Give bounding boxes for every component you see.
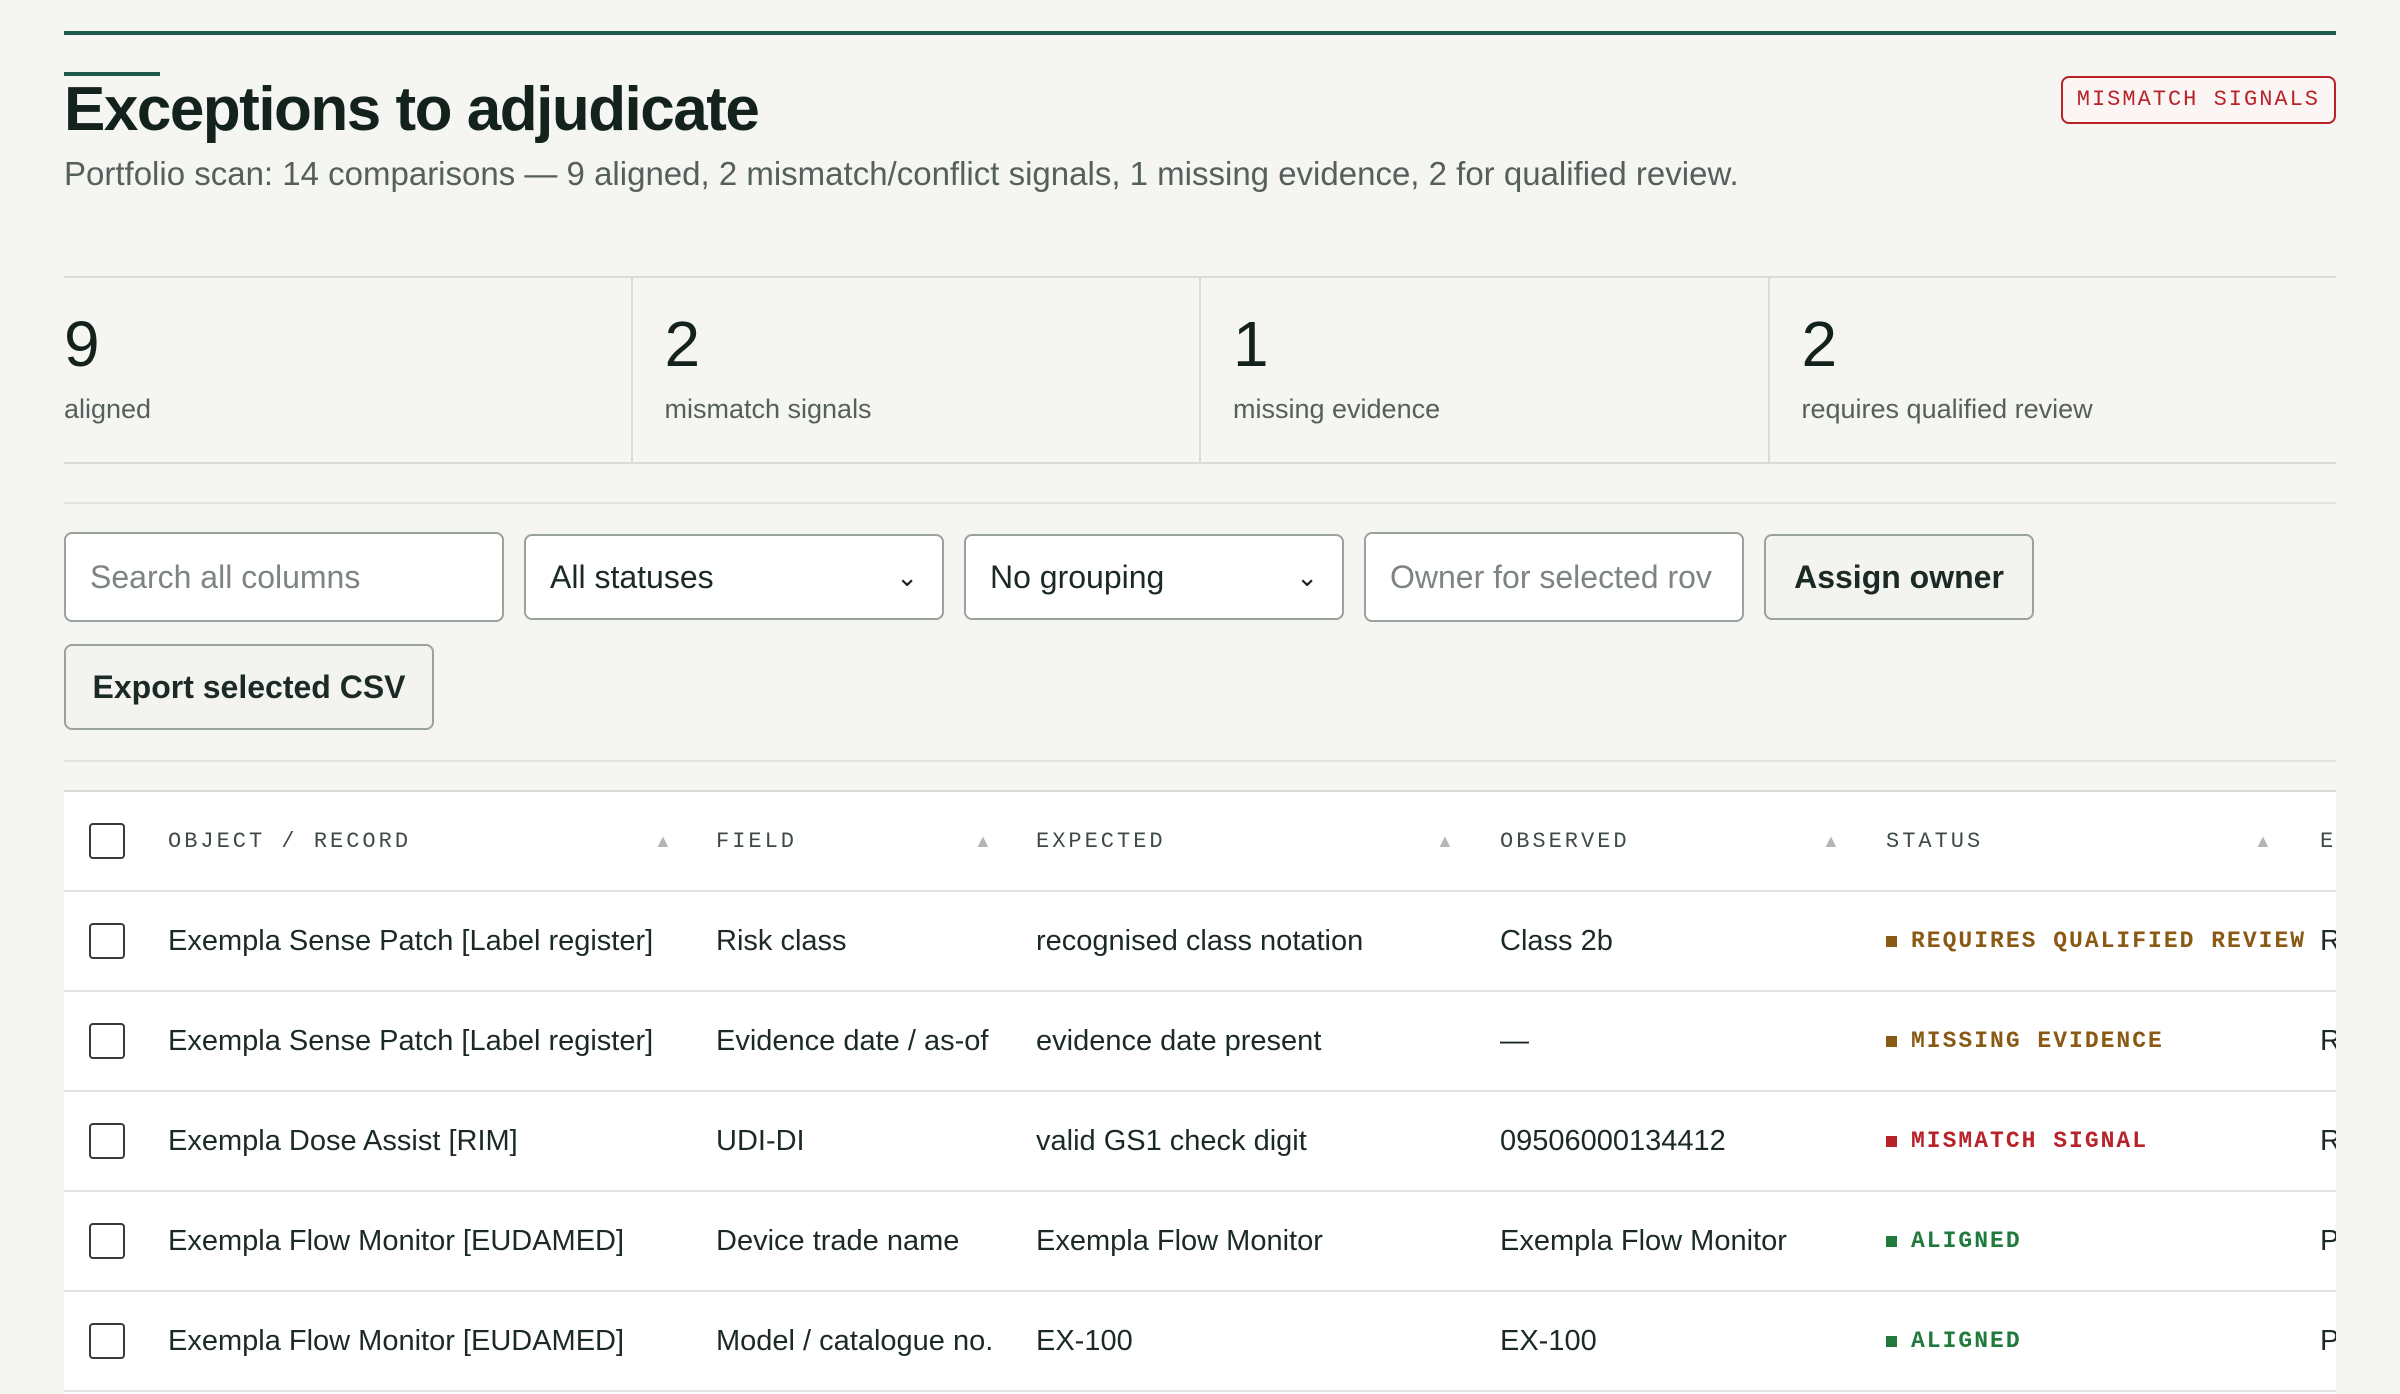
table-row[interactable]: Exempla Sense Patch [Label register] Evi… [64, 992, 2336, 1092]
top-rule [64, 31, 2336, 35]
cell-object: Exempla Flow Monitor [EUDAMED] [168, 1324, 625, 1357]
summary-label: missing evidence [1233, 394, 1441, 424]
cell-expected: valid GS1 check digit [1036, 1124, 1307, 1157]
status-text: MISSING EVIDENCE [1911, 1028, 2164, 1054]
sort-ascending-icon[interactable]: ▲ [974, 792, 992, 890]
table-header-row: OBJECT / RECORD ▲ FIELD ▲ EXPECTED ▲ OBS… [64, 792, 2336, 892]
column-header-object[interactable]: OBJECT / RECORD [168, 792, 411, 890]
summary-card-mismatch: 2 mismatch signals [630, 278, 1200, 462]
cell-evidence: R [2320, 892, 2336, 990]
status-dot-icon [1886, 1235, 1897, 1247]
cell-observed: EX-100 [1500, 1324, 1597, 1357]
sort-ascending-icon[interactable]: ▲ [1436, 792, 1454, 890]
cell-object: Exempla Flow Monitor [EUDAMED] [168, 1224, 625, 1257]
summary-card-aligned: 9 aligned [64, 278, 631, 462]
status-text: ALIGNED [1911, 1228, 2022, 1254]
select-all-checkbox[interactable] [89, 823, 125, 859]
cell-observed: Class 2b [1500, 924, 1613, 957]
summary-strip: 9 aligned 2 mismatch signals 1 missing e… [64, 276, 2336, 464]
status-filter-select[interactable]: All statuses ⌄ [524, 534, 944, 620]
table-row[interactable]: Exempla Flow Monitor [EUDAMED] Device tr… [64, 1192, 2336, 1292]
status-text: ALIGNED [1911, 1328, 2022, 1354]
cell-object: Exempla Sense Patch [Label register] [168, 1024, 654, 1057]
cell-expected: evidence date present [1036, 1024, 1322, 1057]
cell-expected: Exempla Flow Monitor [1036, 1224, 1323, 1257]
status-badge: REQUIRES QUALIFIED REVIEW [1886, 892, 2306, 990]
summary-label: aligned [64, 394, 152, 424]
exceptions-page: Exceptions to adjudicate Portfolio scan:… [64, 0, 2336, 1394]
grouping-select[interactable]: No grouping ⌄ [964, 534, 1344, 620]
cell-object: Exempla Dose Assist [RIM] [168, 1124, 518, 1157]
chevron-down-icon: ⌄ [1296, 562, 1318, 592]
cell-object: Exempla Sense Patch [Label register] [168, 924, 654, 957]
status-dot-icon [1886, 1335, 1897, 1347]
status-badge: MISMATCH SIGNALS [2060, 76, 2336, 124]
assign-owner-button[interactable]: Assign owner [1764, 534, 2034, 620]
column-header-expected[interactable]: EXPECTED [1036, 792, 1166, 890]
status-text: REQUIRES QUALIFIED REVIEW [1911, 928, 2307, 954]
status-filter-value: All statuses [550, 559, 714, 595]
owner-input[interactable]: Owner for selected rov [1364, 532, 1744, 622]
cell-field: Risk class [716, 924, 847, 957]
cell-observed: 09506000134412 [1500, 1124, 1726, 1157]
chevron-down-icon: ⌄ [896, 562, 918, 592]
summary-value: 2 [664, 308, 701, 380]
row-checkbox[interactable] [89, 1123, 125, 1159]
column-header-status[interactable]: STATUS [1886, 792, 1983, 890]
status-dot-icon [1886, 1035, 1897, 1047]
search-input[interactable]: Search all columns [64, 532, 504, 622]
summary-card-missing: 1 missing evidence [1199, 278, 1768, 462]
sort-ascending-icon[interactable]: ▲ [654, 792, 672, 890]
cell-observed: — [1500, 1024, 1529, 1057]
cell-field: UDI-DI [716, 1124, 805, 1157]
table-row[interactable]: Exempla Flow Monitor [EUDAMED] Model / c… [64, 1292, 2336, 1392]
page-title: Exceptions to adjudicate [64, 75, 760, 144]
summary-label: requires qualified review [1801, 394, 2093, 424]
status-badge: MISMATCH SIGNAL [1886, 1092, 2148, 1190]
row-checkbox[interactable] [89, 923, 125, 959]
summary-value: 9 [64, 308, 100, 380]
cell-evidence: R [2320, 992, 2336, 1090]
column-header-field[interactable]: FIELD [716, 792, 797, 890]
status-dot-icon [1886, 1135, 1897, 1147]
cell-evidence: P [2320, 1292, 2336, 1390]
status-badge: ALIGNED [1886, 1192, 2022, 1290]
summary-label: mismatch signals [664, 394, 872, 424]
cell-field: Device trade name [716, 1224, 960, 1257]
summary-value: 1 [1233, 308, 1269, 380]
sort-ascending-icon[interactable]: ▲ [2254, 792, 2272, 890]
cell-field: Evidence date / as-of [716, 1024, 989, 1057]
summary-card-review: 2 requires qualified review [1767, 278, 2337, 462]
table-row[interactable]: Exempla Sense Patch [Label register] Ris… [64, 892, 2336, 992]
export-csv-button[interactable]: Export selected CSV [64, 644, 434, 730]
cell-observed: Exempla Flow Monitor [1500, 1224, 1787, 1257]
sort-ascending-icon[interactable]: ▲ [1822, 792, 1840, 890]
cell-evidence: R [2320, 1092, 2336, 1190]
column-header-observed[interactable]: OBSERVED [1500, 792, 1630, 890]
exceptions-table: OBJECT / RECORD ▲ FIELD ▲ EXPECTED ▲ OBS… [64, 790, 2336, 1394]
page-subtitle: Portfolio scan: 14 comparisons — 9 align… [64, 155, 1739, 192]
row-checkbox[interactable] [89, 1323, 125, 1359]
status-dot-icon [1886, 935, 1897, 947]
cell-expected: recognised class notation [1036, 924, 1364, 957]
row-checkbox[interactable] [89, 1223, 125, 1259]
table-row[interactable]: Exempla Dose Assist [RIM] UDI-DI valid G… [64, 1092, 2336, 1192]
status-badge: MISSING EVIDENCE [1886, 992, 2164, 1090]
row-checkbox[interactable] [89, 1023, 125, 1059]
status-badge: ALIGNED [1886, 1292, 2022, 1390]
cell-expected: EX-100 [1036, 1324, 1133, 1357]
divider [64, 760, 2336, 762]
summary-value: 2 [1801, 308, 1838, 380]
status-text: MISMATCH SIGNAL [1911, 1128, 2149, 1154]
column-header-evidence[interactable]: E [2320, 792, 2336, 890]
divider [64, 502, 2336, 504]
cell-evidence: P [2320, 1192, 2336, 1290]
cell-field: Model / catalogue no. [716, 1324, 994, 1357]
grouping-value: No grouping [990, 559, 1165, 595]
